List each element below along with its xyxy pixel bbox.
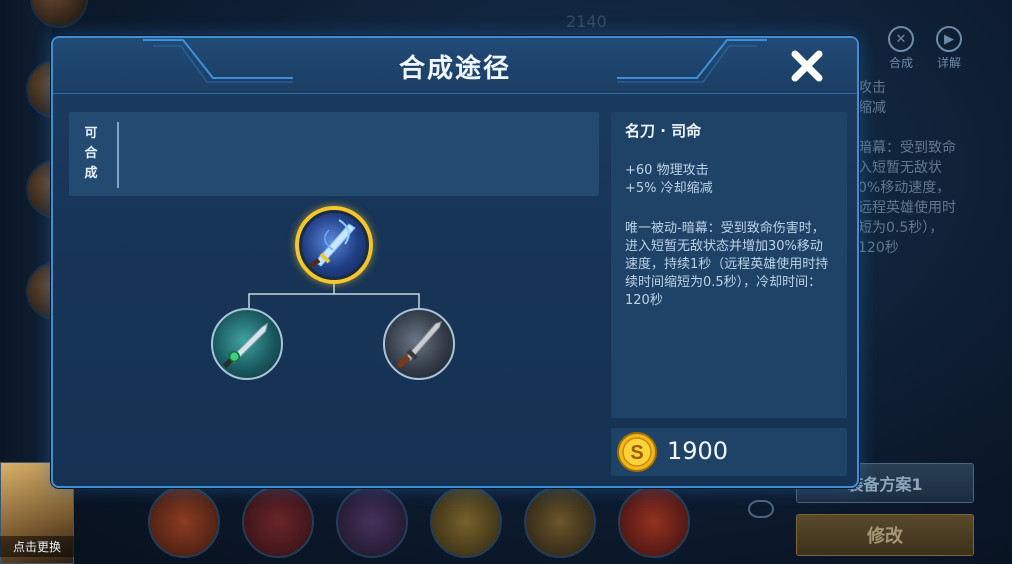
dark-dagger-icon (396, 320, 443, 369)
eye-icon[interactable] (748, 500, 774, 518)
modify-button[interactable]: 修改 (796, 514, 974, 556)
close-icon (791, 50, 823, 82)
equip-slot[interactable] (430, 486, 502, 558)
blade-of-fate-icon (309, 219, 356, 268)
close-button[interactable] (789, 48, 825, 84)
background-top-icons: ✕ 合成 ▶ 详解 (888, 26, 962, 71)
detail-tab-label: 详解 (936, 56, 961, 70)
equip-slot[interactable] (336, 486, 408, 558)
equipment-row (148, 486, 690, 558)
detail-icon: ▶ (936, 26, 962, 52)
craft-tab[interactable]: ✕ 合成 (888, 26, 914, 71)
green-sword-icon (222, 322, 269, 369)
background-item-description: 攻击 缩减 暗幕：受到致命 入短暂无敌状 0%移动速度， 远程英雄使用时 短为0… (858, 80, 956, 256)
equip-slot[interactable] (618, 486, 690, 558)
craft-icon: ✕ (888, 26, 914, 52)
stat-line: +60 物理攻击 (625, 163, 709, 178)
craftable-label: 可合成 (84, 126, 98, 181)
item-dark-dagger[interactable] (383, 308, 455, 380)
craftable-divider (117, 122, 119, 188)
item-info-panel: 名刀 · 司命 +60 物理攻击 +5% 冷却缩减 唯一被动-暗幕：受到致命伤害… (611, 112, 847, 418)
stat-line: +5% 冷却缩减 (625, 181, 713, 196)
dialog-title: 合成途径 (398, 54, 511, 84)
item-passive-description: 唯一被动-暗幕：受到致命伤害时，进入短暂无敌状态并增加30%移动速度，持续1秒（… (625, 221, 829, 308)
crafting-path-dialog: 合成途径 可合成 名刀 · 司命 +60 物理攻击 +5% 冷却缩减 唯一被动-… (51, 36, 859, 488)
equip-slot[interactable] (242, 486, 314, 558)
item-blade-of-fate[interactable] (295, 206, 373, 284)
craftable-items-box: 可合成 (69, 112, 599, 196)
equip-slot[interactable] (148, 486, 220, 558)
top-item-strip (260, 0, 680, 24)
craft-tab-label: 合成 (888, 56, 913, 70)
item-name: 名刀 · 司命 (625, 122, 702, 140)
price-box: S 1900 (611, 428, 847, 476)
avatar-change-label: 点击更换 (0, 536, 74, 557)
item-stats: +60 物理攻击 +5% 冷却缩减 (625, 162, 833, 198)
gold-coin-icon: S (617, 432, 657, 472)
top-price: 2140 (566, 12, 607, 31)
detail-tab[interactable]: ▶ 详解 (936, 26, 962, 71)
dialog-header: 合成途径 (53, 38, 857, 94)
item-green-sword[interactable] (211, 308, 283, 380)
svg-text:S: S (630, 442, 643, 464)
item-price: 1900 (667, 437, 729, 465)
equip-slot[interactable] (524, 486, 596, 558)
